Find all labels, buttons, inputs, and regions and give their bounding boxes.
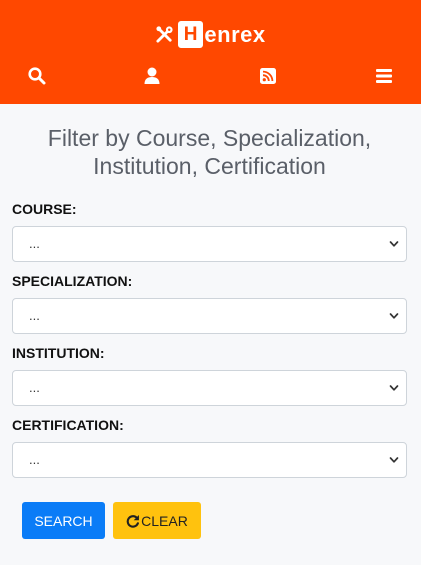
search-button[interactable]: SEARCH <box>22 502 105 539</box>
institution-filter: INSTITUTION: ... <box>12 344 407 406</box>
brand-logo[interactable]: H enrex <box>0 21 421 48</box>
institution-select[interactable]: ... <box>12 370 407 406</box>
specialization-select-value: ... <box>29 308 40 323</box>
title-line-2: Institution, Certification <box>93 153 326 179</box>
title-line-1: Filter by Course, Specialization, <box>47 125 372 151</box>
institution-label: INSTITUTION: <box>12 345 105 361</box>
brand-initial: H <box>178 21 204 48</box>
certification-select-value: ... <box>29 452 40 467</box>
chevron-down-icon <box>389 313 399 319</box>
course-label: COURSE: <box>12 201 77 217</box>
tools-icon <box>156 26 173 43</box>
specialization-select[interactable]: ... <box>12 298 407 334</box>
course-select[interactable]: ... <box>12 226 407 262</box>
filter-actions: SEARCH CLEAR <box>12 502 407 539</box>
clear-button[interactable]: CLEAR <box>113 502 201 539</box>
filter-panel: Filter by Course, Specialization, Instit… <box>0 104 421 539</box>
chevron-down-icon <box>389 385 399 391</box>
chevron-down-icon <box>389 241 399 247</box>
top-header: H enrex <box>0 0 421 104</box>
specialization-filter: SPECIALIZATION: ... <box>12 272 407 334</box>
institution-select-value: ... <box>29 380 40 395</box>
search-button-label: SEARCH <box>34 512 93 529</box>
course-filter: COURSE: ... <box>12 200 407 262</box>
user-icon[interactable] <box>142 66 162 86</box>
certification-label: CERTIFICATION: <box>12 417 124 433</box>
chevron-down-icon <box>389 457 399 463</box>
clear-button-label: CLEAR <box>141 512 188 529</box>
course-select-value: ... <box>29 236 40 251</box>
refresh-icon <box>126 514 140 528</box>
menu-icon[interactable] <box>374 66 394 86</box>
specialization-label: SPECIALIZATION: <box>12 273 133 289</box>
certification-filter: CERTIFICATION: ... <box>12 416 407 478</box>
search-icon[interactable] <box>27 66 47 86</box>
page-title: Filter by Course, Specialization, Instit… <box>12 104 407 180</box>
rss-icon[interactable] <box>258 66 278 86</box>
brand-name: enrex <box>204 21 266 47</box>
certification-select[interactable]: ... <box>12 442 407 478</box>
nav-bar <box>0 66 421 88</box>
